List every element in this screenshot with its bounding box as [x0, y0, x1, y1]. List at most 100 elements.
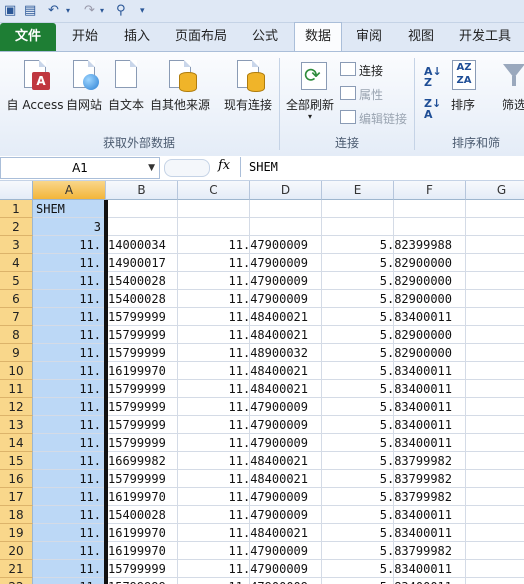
save-icon[interactable]: ▤ [24, 3, 36, 19]
cell-g[interactable] [466, 416, 524, 434]
cell-d[interactable]: 11.47900009 [178, 416, 310, 434]
cell-d[interactable]: 11.47900009 [178, 434, 310, 452]
cell-a[interactable]: 11. [33, 308, 106, 326]
cell-b[interactable]: 14900017 [106, 254, 178, 272]
row-header[interactable]: 17 [0, 488, 33, 506]
tab-view[interactable]: 视图 [398, 23, 444, 51]
from-other-sources-button[interactable]: 自其他来源 [148, 60, 212, 113]
row-header[interactable]: 8 [0, 326, 33, 344]
row-header[interactable]: 18 [0, 506, 33, 524]
cell-a[interactable]: 11. [33, 362, 106, 380]
from-access-button[interactable]: A 自 Access [6, 60, 64, 113]
row-header[interactable]: 9 [0, 344, 33, 362]
cell-g[interactable] [466, 254, 524, 272]
cell-d[interactable]: 11.48400021 [178, 380, 310, 398]
refresh-all-button[interactable]: 全部刷新 ▾ [284, 60, 336, 121]
connections-button[interactable]: 连接 [340, 62, 383, 79]
cell-a[interactable]: 3 [33, 218, 106, 236]
cell-a[interactable]: 11. [33, 272, 106, 290]
cell-b[interactable]: 15400028 [106, 506, 178, 524]
cell-b[interactable]: 15799999 [106, 344, 178, 362]
cell-g[interactable] [466, 362, 524, 380]
column-header-a[interactable]: A [33, 181, 106, 200]
formula-bar-splitter[interactable] [164, 159, 210, 177]
tab-insert[interactable]: 插入 [114, 23, 160, 51]
cell-g[interactable] [466, 326, 524, 344]
cell-d[interactable]: 11.47900009 [178, 506, 310, 524]
column-header-f[interactable]: F [394, 181, 466, 200]
tab-page-layout[interactable]: 页面布局 [168, 23, 234, 51]
existing-connections-button[interactable]: 现有连接 [222, 60, 274, 113]
row-header[interactable]: 22 [0, 578, 33, 584]
formula-input[interactable]: SHEM [240, 157, 524, 177]
cell-d[interactable] [178, 200, 310, 218]
cell-e[interactable]: 5.82900000 [322, 254, 454, 272]
cell-a[interactable]: 11. [33, 542, 106, 560]
cell-d[interactable]: 11.47900009 [178, 398, 310, 416]
cell-g[interactable] [466, 380, 524, 398]
column-header-b[interactable]: B [106, 181, 178, 200]
sort-ascending-icon[interactable]: A↓ Z [424, 66, 442, 88]
cell-g[interactable] [466, 218, 524, 236]
cell-g[interactable] [466, 488, 524, 506]
row-header[interactable]: 20 [0, 542, 33, 560]
cell-b[interactable]: 16199970 [106, 488, 178, 506]
cell-e[interactable]: 5.82900000 [322, 344, 454, 362]
cell-a[interactable]: SHEM [33, 200, 106, 218]
name-box[interactable]: A1 ▼ [0, 157, 160, 179]
cell-d[interactable] [178, 218, 310, 236]
redo-icon[interactable]: ↷ [84, 3, 95, 19]
cell-g[interactable] [466, 200, 524, 218]
cell-a[interactable]: 11. [33, 578, 106, 584]
cell-a[interactable]: 11. [33, 488, 106, 506]
row-header[interactable]: 5 [0, 272, 33, 290]
cell-e[interactable]: 5.83799982 [322, 488, 454, 506]
cell-b[interactable] [106, 218, 178, 236]
cell-e[interactable]: 5.83400011 [322, 416, 454, 434]
cell-a[interactable]: 11. [33, 506, 106, 524]
cell-d[interactable]: 11.48400021 [178, 470, 310, 488]
cell-g[interactable] [466, 470, 524, 488]
tab-formulas[interactable]: 公式 [242, 23, 288, 51]
cell-b[interactable]: 15799999 [106, 380, 178, 398]
tab-review[interactable]: 审阅 [346, 23, 392, 51]
cell-g[interactable] [466, 506, 524, 524]
cell-e[interactable]: 5.83400011 [322, 362, 454, 380]
cell-b[interactable]: 15400028 [106, 272, 178, 290]
cell-b[interactable] [106, 200, 178, 218]
cell-d[interactable]: 11.48400021 [178, 524, 310, 542]
cell-g[interactable] [466, 398, 524, 416]
cell-e[interactable]: 5.83400011 [322, 380, 454, 398]
filter-button[interactable]: 筛选 [494, 60, 524, 113]
cell-a[interactable]: 11. [33, 254, 106, 272]
cell-e[interactable]: 5.82900000 [322, 326, 454, 344]
row-header[interactable]: 21 [0, 560, 33, 578]
cell-e[interactable]: 5.83799982 [322, 470, 454, 488]
cell-g[interactable] [466, 308, 524, 326]
customize-qat-icon[interactable]: ▾ [140, 3, 145, 19]
cell-e[interactable]: 5.83400011 [322, 398, 454, 416]
from-web-button[interactable]: 自网站 [64, 60, 104, 113]
cell-b[interactable]: 15799999 [106, 416, 178, 434]
cell-b[interactable]: 15799999 [106, 560, 178, 578]
cell-e[interactable] [322, 218, 454, 236]
cell-b[interactable]: 16199970 [106, 524, 178, 542]
cell-a[interactable]: 11. [33, 434, 106, 452]
cell-g[interactable] [466, 452, 524, 470]
cell-e[interactable]: 5.82399988 [322, 236, 454, 254]
row-header[interactable]: 19 [0, 524, 33, 542]
row-header[interactable]: 1 [0, 200, 33, 218]
row-header[interactable]: 7 [0, 308, 33, 326]
cell-b[interactable]: 15799999 [106, 398, 178, 416]
cell-b[interactable]: 15799999 [106, 434, 178, 452]
cell-e[interactable]: 5.82900000 [322, 272, 454, 290]
cell-e[interactable]: 5.83799982 [322, 542, 454, 560]
cell-a[interactable]: 11. [33, 470, 106, 488]
row-header[interactable]: 2 [0, 218, 33, 236]
cell-d[interactable]: 11.47900009 [178, 254, 310, 272]
cell-b[interactable]: 15799999 [106, 470, 178, 488]
cell-e[interactable]: 5.83400011 [322, 578, 454, 584]
column-header-e[interactable]: E [322, 181, 394, 200]
row-header[interactable]: 3 [0, 236, 33, 254]
tab-developer[interactable]: 开发工具 [452, 23, 518, 51]
